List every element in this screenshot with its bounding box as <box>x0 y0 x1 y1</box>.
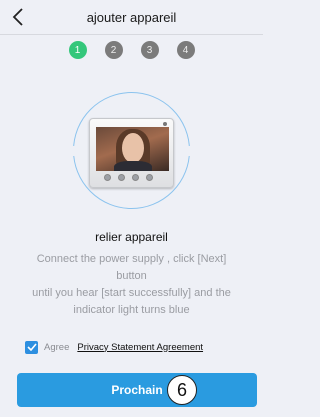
agree-checkbox[interactable] <box>25 340 38 354</box>
section-heading: relier appareil <box>95 230 168 244</box>
device-button <box>104 174 111 181</box>
device-button <box>132 174 139 181</box>
step-1: 1 <box>68 41 87 59</box>
intercom-device-image <box>89 118 174 188</box>
device-buttons <box>104 174 153 181</box>
device-button <box>118 174 125 181</box>
instruction-line: indicator light turns blue <box>73 304 190 316</box>
step-3: 3 <box>140 41 159 59</box>
camera-dot <box>163 122 167 126</box>
person-face <box>122 133 144 163</box>
chevron-left-icon <box>12 8 23 26</box>
checkmark-icon <box>26 343 37 351</box>
top-bar: ajouter appareil <box>0 0 263 34</box>
back-button[interactable] <box>8 6 28 28</box>
step-2: 2 <box>104 41 123 59</box>
device-button <box>146 174 153 181</box>
instructions-text: Connect the power supply , click [Next] … <box>24 251 239 319</box>
person-shirt <box>114 161 152 171</box>
instruction-line: button <box>116 270 147 282</box>
annotation-number-badge: 6 <box>167 375 197 405</box>
page-title: ajouter appareil <box>86 9 177 25</box>
step-4: 4 <box>176 41 195 59</box>
ring-gap-right <box>185 146 193 156</box>
header-divider <box>0 34 263 35</box>
instruction-line: Connect the power supply , click [Next] <box>36 253 227 265</box>
step-indicator: 1 2 3 4 <box>0 41 263 59</box>
agreement-row: Agree Privacy Statement Agreement <box>25 340 203 354</box>
privacy-statement-link[interactable]: Privacy Statement Agreement <box>77 342 203 353</box>
agree-label: Agree <box>44 341 70 353</box>
next-button[interactable]: Prochain <box>17 373 257 407</box>
instruction-line: until you hear [start successfully] and … <box>32 287 231 299</box>
ring-gap-left <box>70 146 78 156</box>
device-screen <box>96 127 169 171</box>
